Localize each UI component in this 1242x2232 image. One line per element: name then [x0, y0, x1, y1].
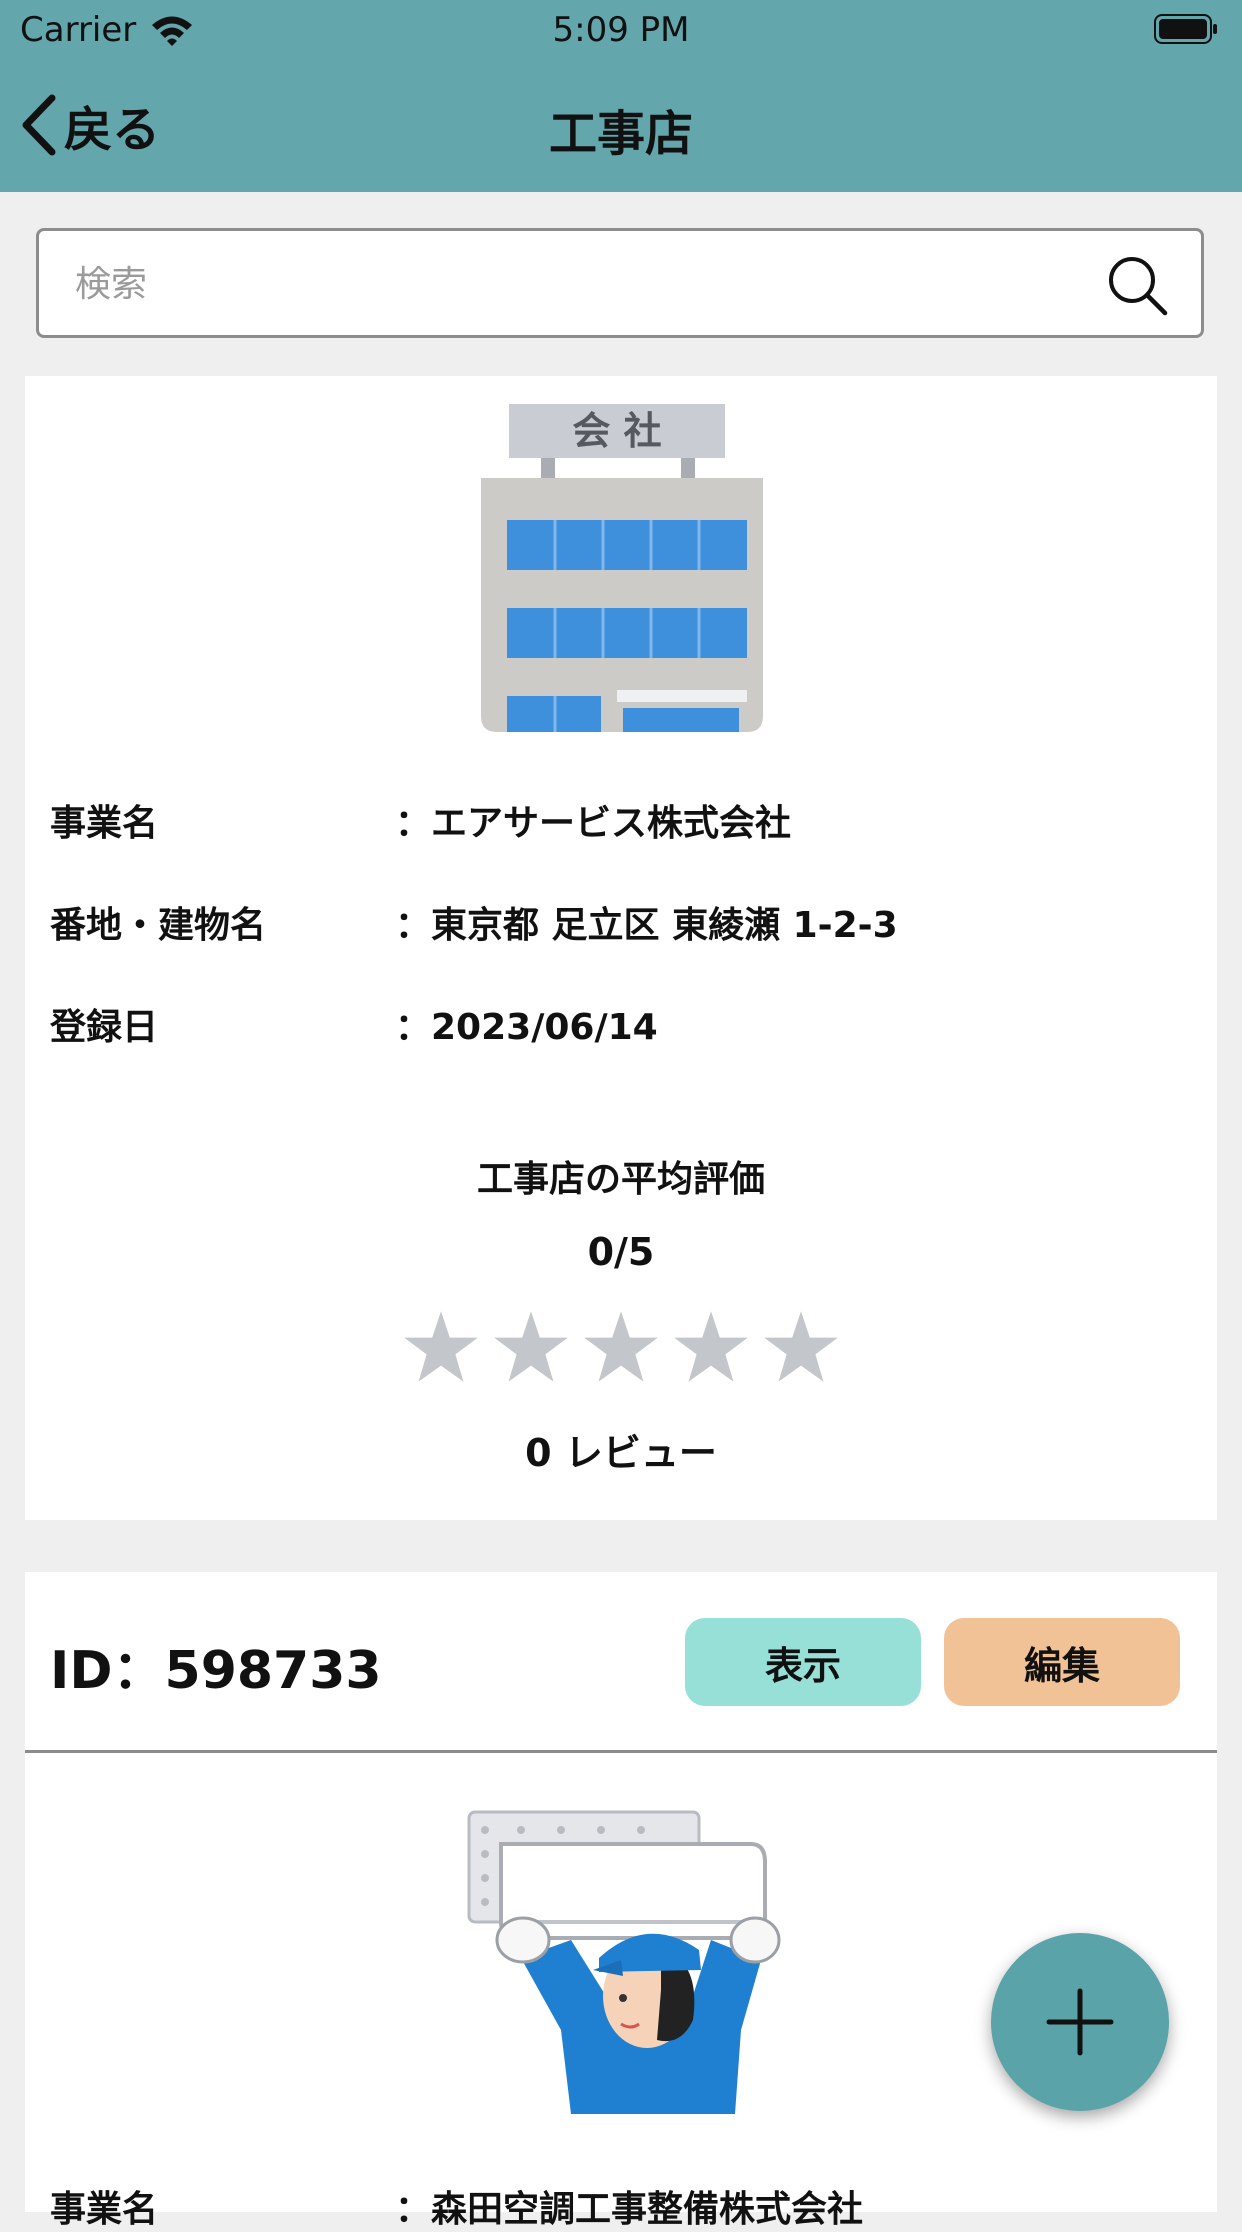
- business-name-value: ：森田空調工事整備株式会社: [395, 2189, 864, 2230]
- battery-icon: [1154, 14, 1217, 44]
- registered-date-label: 登録日: [50, 1007, 159, 1048]
- average-rating-title: 工事店の平均評価: [476, 1159, 765, 1200]
- search-bar: [36, 228, 1204, 338]
- star-rating: [25, 1308, 1217, 1388]
- add-button[interactable]: [991, 1933, 1169, 2111]
- average-rating-score: 0/5: [587, 1230, 655, 1274]
- building-sign-text: 会 社: [572, 409, 661, 453]
- page-title: 工事店: [548, 106, 693, 162]
- business-name-label: 事業名: [50, 2189, 159, 2230]
- business-name-label: 事業名: [50, 803, 159, 844]
- view-button[interactable]: 表示: [685, 1618, 921, 1706]
- contractor-card: ID：598733 表示 編集 事業名 ：森田空調工事整備株式会社: [25, 1572, 1217, 2230]
- star-icon: [404, 1311, 478, 1382]
- address-label: 番地・建物名: [50, 905, 267, 946]
- star-icon: [494, 1311, 568, 1382]
- registered-date-value: ：2023/06/14: [395, 1007, 658, 1048]
- nav-header: Carrier 5:09 PM 戻る 工事店: [0, 0, 1242, 192]
- office-building-image: 会 社: [481, 404, 763, 732]
- address-value: ：東京都 足立区 東綾瀬 1-2-3: [395, 905, 898, 946]
- star-icon: [764, 1311, 838, 1382]
- card-divider: [25, 1750, 1217, 1753]
- plus-icon: [1046, 1988, 1114, 2056]
- star-icon: [584, 1311, 658, 1382]
- edit-button[interactable]: 編集: [944, 1618, 1180, 1706]
- ac-technician-image: [467, 1810, 781, 2114]
- star-icon: [674, 1311, 748, 1382]
- review-count: 0 レビュー: [525, 1431, 717, 1475]
- contractor-id: ID：598733: [50, 1641, 382, 1701]
- search-input[interactable]: [73, 231, 1077, 337]
- store-card: 会 社 事業名 ：エアサービス株式会社 番地・建物名 ：東京都 足立区 東綾瀬 …: [25, 376, 1217, 1520]
- search-icon[interactable]: [1105, 253, 1169, 317]
- clock-time: 5:09 PM: [552, 10, 690, 50]
- business-name-value: ：エアサービス株式会社: [395, 803, 792, 844]
